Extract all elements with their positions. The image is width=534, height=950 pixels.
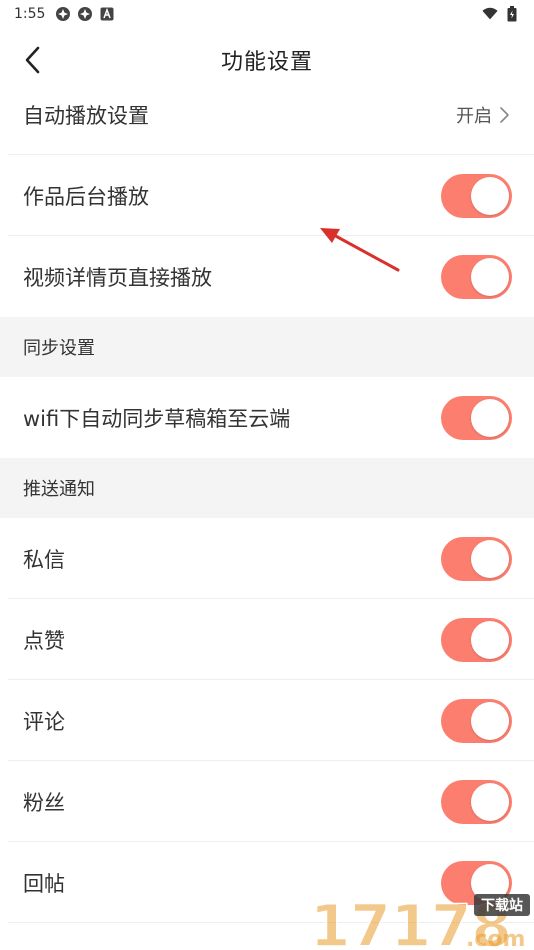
section-header-sync: 同步设置 (0, 317, 534, 377)
comments-label: 评论 (23, 709, 65, 734)
toggle-knob (471, 620, 509, 659)
background-play-label: 作品后台播放 (23, 184, 149, 209)
comments-row: 评论 (0, 680, 534, 761)
background-play-row: 作品后台播放 (0, 155, 534, 236)
font-notification-icon (99, 6, 115, 22)
reply-posts-label: 回帖 (23, 871, 65, 896)
wifi-sync-label: wifi下自动同步草稿箱至云端 (23, 406, 291, 431)
autoplay-setting-row[interactable]: 自动播放设置 开启 (0, 74, 534, 155)
toggle-knob (471, 257, 509, 296)
private-message-row: 私信 (0, 518, 534, 599)
fans-row: 粉丝 (0, 761, 534, 842)
toggle-knob (471, 863, 509, 902)
video-direct-play-row: 视频详情页直接播放 (0, 236, 534, 317)
video-direct-play-toggle[interactable] (441, 254, 512, 299)
status-bar: 1:55 (0, 0, 534, 28)
back-button[interactable] (14, 42, 50, 78)
reply-posts-row: 回帖 (0, 842, 534, 923)
app-notification-icon (55, 6, 71, 22)
status-time: 1:55 (14, 6, 46, 22)
wifi-sync-row: wifi下自动同步草稿箱至云端 (0, 377, 534, 458)
settings-list: 自动播放设置 开启 作品后台播放 视频详情页直接播放 同步设置 wifi下自动同… (0, 74, 534, 923)
background-play-toggle[interactable] (441, 173, 512, 218)
watermark-suffix: .com (466, 927, 525, 950)
section-header-push: 推送通知 (0, 458, 534, 518)
chevron-right-icon (496, 105, 512, 125)
fans-label: 粉丝 (23, 790, 65, 815)
battery-icon (504, 6, 520, 22)
status-right (482, 6, 520, 22)
chevron-left-icon (25, 46, 40, 74)
comments-toggle[interactable] (441, 698, 512, 743)
autoplay-setting-label: 自动播放设置 (23, 103, 149, 128)
wifi-icon (482, 6, 498, 22)
page-title: 功能设置 (220, 50, 313, 75)
toggle-knob (471, 176, 509, 215)
video-direct-play-label: 视频详情页直接播放 (23, 265, 212, 290)
autoplay-setting-value: 开启 (456, 102, 512, 128)
wifi-sync-toggle[interactable] (441, 395, 512, 440)
app-notification-icon (77, 6, 93, 22)
toggle-knob (471, 539, 509, 578)
fans-toggle[interactable] (441, 779, 512, 824)
private-message-toggle[interactable] (441, 536, 512, 581)
toggle-knob (471, 782, 509, 821)
toggle-knob (471, 398, 509, 437)
autoplay-setting-value-text: 开启 (456, 105, 492, 127)
likes-toggle[interactable] (441, 617, 512, 662)
private-message-label: 私信 (23, 547, 65, 572)
likes-label: 点赞 (23, 628, 65, 653)
toggle-knob (471, 701, 509, 740)
reply-posts-toggle[interactable] (441, 860, 512, 905)
status-left: 1:55 (14, 6, 115, 22)
likes-row: 点赞 (0, 599, 534, 680)
